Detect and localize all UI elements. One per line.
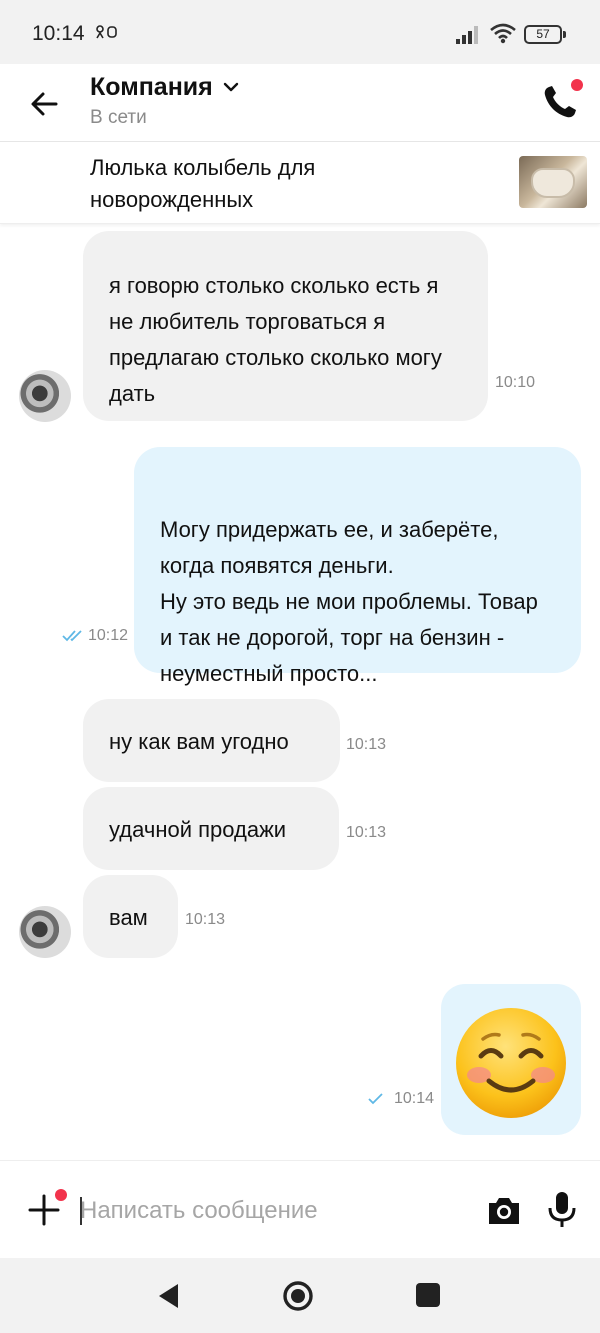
product-thumbnail[interactable] — [519, 156, 587, 208]
chevron-down-icon[interactable] — [222, 80, 240, 94]
message-bubble-outgoing[interactable] — [441, 984, 581, 1135]
message-bubble-outgoing[interactable]: Могу придержать ее, и заберёте, когда по… — [134, 447, 581, 686]
online-status: В сети — [90, 107, 147, 128]
message-input[interactable] — [80, 1191, 460, 1231]
message-composer — [0, 1160, 600, 1258]
message-text: вам — [109, 905, 148, 930]
product-title[interactable]: Люлька колыбель для новорожденных — [90, 152, 410, 216]
signal-icon — [456, 26, 478, 44]
chat-title[interactable]: Компания — [90, 73, 213, 102]
message-text: ну как вам угодно — [109, 729, 289, 754]
message-bubble-incoming[interactable]: вам — [83, 875, 178, 958]
microphone-icon[interactable] — [547, 1191, 577, 1229]
check-icon — [368, 1093, 383, 1105]
system-nav-bar — [0, 1258, 600, 1333]
product-banner[interactable]: Люлька колыбель для новорожденных — [0, 142, 600, 224]
camera-icon[interactable] — [486, 1193, 522, 1229]
battery-icon: 57 — [524, 25, 566, 44]
smiling-face-with-blush-emoji-icon — [456, 1008, 566, 1118]
wifi-icon — [490, 23, 516, 44]
notification-dot — [571, 79, 583, 91]
message-time: 10:13 — [346, 736, 387, 753]
chat-header: Компания В сети — [0, 64, 600, 142]
avatar[interactable] — [19, 370, 71, 422]
message-time: 10:10 — [495, 374, 536, 391]
status-time: 10:14 — [32, 22, 85, 45]
nav-recents-icon[interactable] — [416, 1283, 440, 1307]
nav-home-icon[interactable] — [282, 1280, 314, 1312]
avatar[interactable] — [19, 906, 71, 958]
message-bubble-incoming[interactable]: я говорю столько сколько есть я не любит… — [83, 231, 488, 421]
message-bubble-incoming[interactable]: ну как вам угодно — [83, 699, 340, 782]
message-time: 10:13 — [346, 824, 387, 841]
back-arrow-icon[interactable] — [26, 86, 62, 122]
message-time: 10:14 — [394, 1090, 435, 1107]
message-bubble-incoming[interactable]: удачной продажи — [83, 787, 339, 870]
notification-dot — [55, 1189, 67, 1201]
status-bar: 10:14 57 — [0, 0, 600, 64]
message-time: 10:13 — [185, 911, 226, 928]
message-time: 10:12 — [88, 627, 129, 644]
message-text: удачной продажи — [109, 817, 287, 842]
double-check-icon — [62, 630, 82, 642]
message-text: я говорю столько сколько есть я не любит… — [109, 273, 442, 406]
message-text: Могу придержать ее, и заберёте, когда по… — [160, 517, 538, 686]
nav-back-icon[interactable] — [156, 1282, 182, 1310]
notification-icons — [96, 25, 118, 42]
